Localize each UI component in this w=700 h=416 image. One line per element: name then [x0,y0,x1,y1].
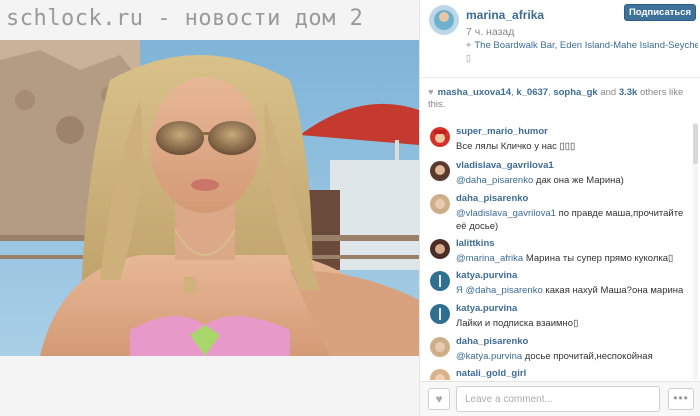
comment-avatar[interactable] [430,239,450,259]
comment-avatar[interactable] [430,271,450,291]
comment-avatar[interactable] [430,161,450,181]
heart-icon: ♥ [435,392,443,406]
comment-username[interactable]: super_mario_humor [456,126,548,137]
like-user-2[interactable]: k_0637 [516,87,548,98]
comments-list: super_mario_humor Все лялы Кличко у нас … [420,122,700,380]
likes-line: ♥ masha_uxova14, k_0637, sopha_gk and 3.3… [428,87,684,110]
comment-avatar[interactable] [430,369,450,380]
more-dots-icon: ••• [673,391,689,405]
comment-avatar[interactable] [430,304,450,324]
comment-avatar[interactable] [430,337,450,357]
like-user-3[interactable]: sopha_gk [553,87,597,98]
comment-footer: ♥ ••• [420,381,700,416]
comment-text: @daha_pisarenko дак она же Марина) [456,175,624,186]
follow-button[interactable]: Подписаться [624,4,696,21]
post-username[interactable]: marina_afrika [466,8,544,22]
likes-and: and [600,87,617,98]
comment-username[interactable]: daha_pisarenko [456,336,528,347]
comment-input[interactable] [456,386,660,412]
post-header: marina_afrika Подписаться 7 ч. назад ⌖ Th… [420,0,700,78]
mention-link[interactable]: @vladislava_gavrilova1 [456,208,556,219]
more-options-button[interactable]: ••• [668,388,694,410]
comment-text: Все лялы Кличко у нас ▯▯▯ [456,141,576,152]
comment-text: @katya.purvina досье прочитай,неспокойна… [456,351,653,362]
comment-text: @marina_afrika Марина ты супер прямо кук… [456,253,674,264]
comment-text: @vladislava_gavrilova1 по правде маша,пр… [456,208,684,232]
comment-username[interactable]: katya.purvina [456,303,517,314]
comment-username[interactable]: daha_pisarenko [456,193,528,204]
comment-text: Я @daha_pisarenko какая нахуй Маша?она м… [456,285,684,296]
heart-icon: ♥ [428,87,434,98]
mention-link[interactable]: @katya.purvina [456,351,522,362]
like-button[interactable]: ♥ [428,388,450,410]
comment-username[interactable]: vladislava_gavrilova1 [456,160,554,171]
comment-username[interactable]: natali_gold_girl [456,368,526,379]
mention-link[interactable]: Я @daha_pisarenko [456,285,543,296]
avatar[interactable] [429,5,459,35]
comment-avatar[interactable] [430,194,450,214]
location-tofu: ▯ [466,53,471,63]
comment-avatar[interactable] [430,127,450,147]
likes-count[interactable]: 3.3k [619,87,638,98]
post-time: 7 ч. назад [466,26,515,38]
map-pin-icon: ⌖ [466,40,472,51]
like-user-1[interactable]: masha_uxova14 [438,87,511,98]
photo-image [0,40,419,356]
mention-link[interactable]: @daha_pisarenko [456,175,533,186]
post-panel: marina_afrika Подписаться 7 ч. назад ⌖ Th… [419,0,700,416]
post-photo[interactable] [0,40,419,356]
comment-text: Лайки и подписка взаимно▯ [456,318,579,329]
comment-username[interactable]: katya.purvina [456,270,517,281]
post-location[interactable]: ⌖ The Boardwalk Bar, Eden Island-Mahe Isl… [466,40,698,51]
site-watermark: schlock.ru - новости дом 2 [6,6,364,31]
comments-scrollbar[interactable] [693,122,698,380]
scrollbar-thumb[interactable] [693,124,698,164]
photo-pane: schlock.ru - новости дом 2 [0,0,419,416]
mention-link[interactable]: @marina_afrika [456,253,523,264]
comment-username[interactable]: lalittkins [456,238,495,249]
location-text: The Boardwalk Bar, Eden Island-Mahe Isla… [474,40,698,51]
